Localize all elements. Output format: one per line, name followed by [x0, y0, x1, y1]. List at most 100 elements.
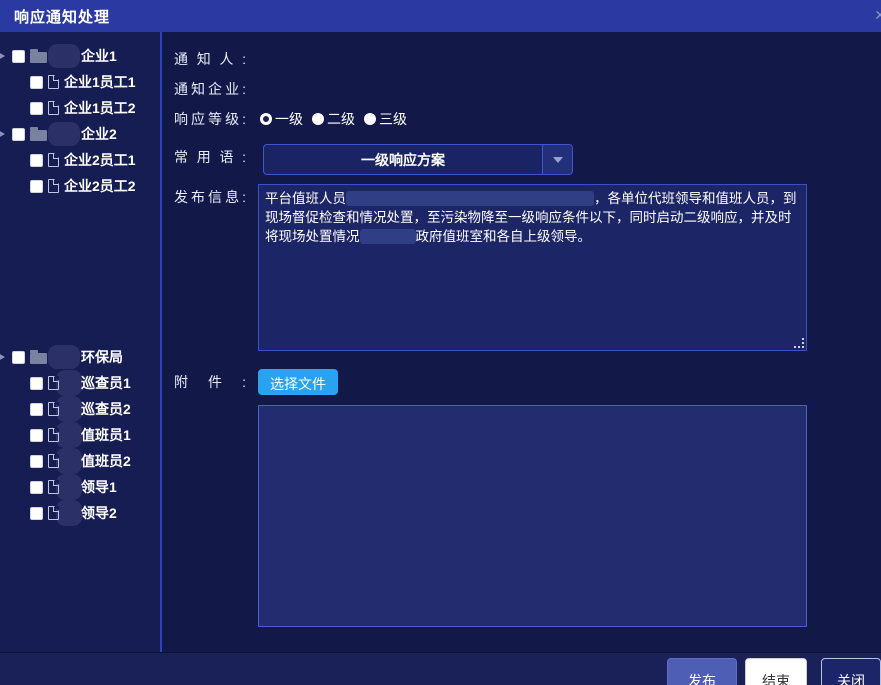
tree-node-company2-staff2[interactable]: 企业2员工2	[0, 173, 160, 199]
dialog-content: 企业1 企业1员工1 企业1员工2 企业2	[0, 32, 881, 652]
checkbox-leader1[interactable]	[30, 481, 43, 494]
attachment-list-box	[258, 405, 807, 627]
tree-node-label: 企业1员工2	[64, 98, 136, 118]
expand-icon[interactable]	[0, 352, 7, 362]
tree-node-inspector1[interactable]: 巡查员1	[0, 370, 160, 396]
checkbox-epa[interactable]	[12, 351, 25, 364]
resize-grip[interactable]	[795, 339, 804, 348]
response-notification-dialog: 响应通知处理 ✕ 企业1 企业1员工1 企业1员工2	[0, 0, 881, 685]
end-button[interactable]: 结束	[745, 658, 807, 685]
field-publish-info: 发布信息: 平台值班人员，各单位代班领导和值班人员，到现场督促检查和情况处置，至…	[174, 184, 869, 351]
tree-node-company1-staff1[interactable]: 企业1员工1	[0, 69, 160, 95]
redacted-name	[56, 500, 82, 526]
radio-level-2[interactable]: 二级	[312, 109, 355, 129]
file-icon	[48, 506, 59, 520]
field-common-phrase: 常用语: 一级响应方案	[174, 144, 869, 175]
checkbox-company2-staff2[interactable]	[30, 180, 43, 193]
dialog-footer: 发布 结束 关闭	[0, 652, 881, 685]
checkbox-duty2[interactable]	[30, 455, 43, 468]
redacted-name	[48, 345, 80, 369]
chevron-down-icon[interactable]	[542, 145, 572, 174]
redacted-text	[360, 229, 416, 244]
tree-node-label: 企业1员工1	[64, 72, 136, 92]
recipient-tree: 企业1 企业1员工1 企业1员工2 企业2	[0, 32, 162, 652]
common-phrase-label: 常用语:	[174, 144, 246, 167]
tree-node-label: 环保局	[81, 347, 123, 367]
tree-spacer	[0, 199, 160, 344]
tree-node-label: 企业2	[81, 124, 117, 144]
redacted-name	[48, 44, 80, 68]
dialog-title: 响应通知处理	[14, 6, 110, 27]
redacted-name	[56, 448, 82, 474]
tree-node-epa[interactable]: 环保局	[0, 344, 160, 370]
tree-node-company1[interactable]: 企业1	[0, 43, 160, 69]
attachment-label: 附件:	[174, 369, 246, 392]
tree-node-leader1[interactable]: 领导1	[0, 474, 160, 500]
tree-node-label: 领导2	[81, 503, 117, 523]
radio-dot	[312, 113, 324, 125]
field-notify-person: 通知人:	[174, 46, 869, 76]
redacted-name	[56, 474, 82, 500]
close-icon[interactable]: ✕	[874, 7, 881, 24]
tree-node-label: 巡查员2	[81, 399, 131, 419]
checkbox-company1[interactable]	[12, 50, 25, 63]
checkbox-company1-staff1[interactable]	[30, 76, 43, 89]
common-phrase-select[interactable]: 一级响应方案	[263, 144, 573, 175]
checkbox-inspector2[interactable]	[30, 403, 43, 416]
radio-label: 一级	[275, 109, 303, 129]
tree-node-label: 领导1	[81, 477, 117, 497]
redacted-name	[56, 396, 82, 422]
notify-person-label: 通知人:	[174, 46, 246, 69]
checkbox-company2-staff1[interactable]	[30, 154, 43, 167]
radio-level-1[interactable]: 一级	[260, 109, 303, 129]
file-icon	[48, 101, 59, 115]
tree-node-label: 企业2员工2	[64, 176, 136, 196]
checkbox-company2[interactable]	[12, 128, 25, 141]
dialog-titlebar: 响应通知处理 ✕	[0, 0, 881, 32]
radio-dot	[364, 113, 376, 125]
response-level-label: 响应等级:	[174, 106, 246, 129]
file-icon	[48, 153, 59, 167]
redacted-name	[48, 122, 80, 146]
checkbox-inspector1[interactable]	[30, 377, 43, 390]
tree-node-label: 值班员1	[81, 425, 131, 445]
folder-icon	[30, 130, 47, 141]
redacted-name	[56, 370, 82, 396]
checkbox-company1-staff2[interactable]	[30, 102, 43, 115]
choose-file-button[interactable]: 选择文件	[258, 369, 338, 395]
publish-button[interactable]: 发布	[667, 658, 737, 685]
expand-icon[interactable]	[0, 51, 7, 61]
tree-node-inspector2[interactable]: 巡查员2	[0, 396, 160, 422]
notification-form: 通知人: 通知企业: 响应等级: 一级 二级	[162, 32, 881, 652]
redacted-name	[56, 422, 82, 448]
publish-info-label: 发布信息:	[174, 184, 246, 207]
checkbox-duty1[interactable]	[30, 429, 43, 442]
expand-icon[interactable]	[0, 129, 7, 139]
common-phrase-value: 一级响应方案	[264, 145, 542, 174]
folder-icon	[30, 52, 47, 63]
file-icon	[48, 75, 59, 89]
tree-node-duty2[interactable]: 值班员2	[0, 448, 160, 474]
tree-node-duty1[interactable]: 值班员1	[0, 422, 160, 448]
file-icon	[48, 179, 59, 193]
field-notify-company: 通知企业:	[174, 76, 869, 106]
tree-node-label: 巡查员1	[81, 373, 131, 393]
redacted-text	[346, 191, 594, 206]
file-icon	[48, 376, 59, 390]
publish-info-textarea[interactable]: 平台值班人员，各单位代班领导和值班人员，到现场督促检查和情况处置，至污染物降至一…	[258, 184, 807, 351]
notify-company-label: 通知企业:	[174, 76, 246, 99]
file-icon	[48, 402, 59, 416]
tree-node-label: 企业1	[81, 46, 117, 66]
file-icon	[48, 454, 59, 468]
tree-node-company2-staff1[interactable]: 企业2员工1	[0, 147, 160, 173]
tree-node-company2[interactable]: 企业2	[0, 121, 160, 147]
checkbox-leader2[interactable]	[30, 507, 43, 520]
message-text: 平台值班人员	[265, 191, 346, 206]
tree-node-leader2[interactable]: 领导2	[0, 500, 160, 526]
close-button[interactable]: 关闭	[821, 658, 881, 685]
folder-icon	[30, 353, 47, 364]
tree-node-company1-staff2[interactable]: 企业1员工2	[0, 95, 160, 121]
radio-label: 二级	[327, 109, 355, 129]
file-icon	[48, 428, 59, 442]
radio-level-3[interactable]: 三级	[364, 109, 407, 129]
